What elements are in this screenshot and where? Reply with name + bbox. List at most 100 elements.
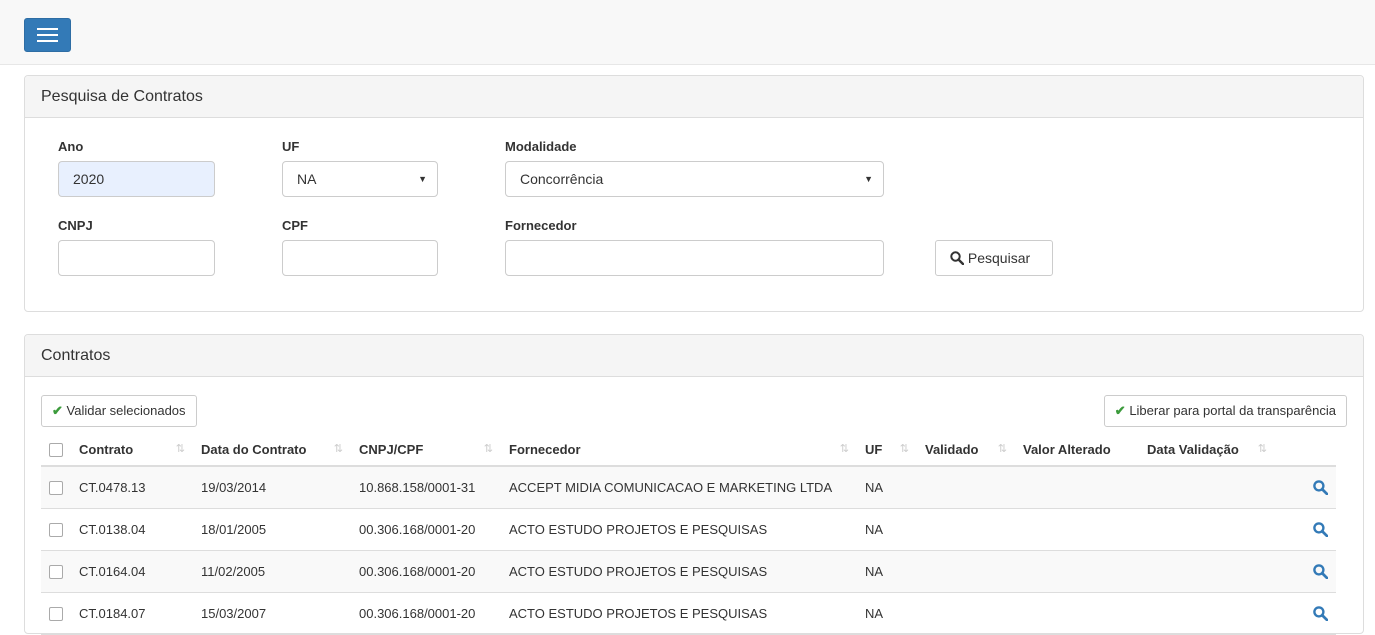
row-select-cell (41, 592, 71, 635)
cell-fornecedor: ACTO ESTUDO PROJETOS E PESQUISAS (501, 550, 857, 593)
cell-validado (917, 550, 1015, 593)
row-checkbox[interactable] (49, 607, 63, 622)
cell-contrato: CT.0164.04 (71, 550, 193, 593)
validate-selected-button[interactable]: ✔ Validar selecionados (41, 395, 197, 427)
sort-icon[interactable]: ⇅ (334, 442, 343, 455)
cpf-label: CPF (282, 218, 308, 233)
header-validado-label: Validado (925, 441, 979, 457)
menu-toggle-button[interactable] (24, 18, 71, 52)
header-data-validacao[interactable]: Data Validação ⇅ (1139, 433, 1275, 467)
cell-cnpj: 00.306.168/0001-20 (351, 550, 501, 593)
cell-contrato: CT.0184.07 (71, 592, 193, 635)
cell-valor-alterado (1015, 466, 1139, 509)
cell-validado (917, 508, 1015, 551)
row-actions-cell (1275, 508, 1336, 551)
cell-cnpj: 10.868.158/0001-31 (351, 466, 501, 509)
sort-icon[interactable]: ⇅ (900, 442, 909, 455)
sort-icon[interactable]: ⇅ (998, 442, 1007, 455)
magnifier-icon[interactable] (1313, 606, 1328, 621)
header-valor-alterado-label: Valor Alterado (1023, 441, 1111, 457)
check-icon: ✔ (52, 403, 63, 418)
hamburger-icon-line (37, 34, 58, 36)
uf-select[interactable]: NA ▼ (282, 161, 438, 197)
header-actions (1275, 433, 1336, 467)
header-valor-alterado[interactable]: Valor Alterado (1015, 433, 1139, 467)
hamburger-icon-line (37, 40, 58, 42)
magnifier-icon[interactable] (1313, 564, 1328, 579)
cell-contrato: CT.0478.13 (71, 466, 193, 509)
cell-fornecedor: ACCEPT MIDIA COMUNICACAO E MARKETING LTD… (501, 466, 857, 509)
sort-icon[interactable]: ⇅ (840, 442, 849, 455)
magnifier-icon[interactable] (1313, 522, 1328, 537)
cell-data-validacao (1139, 508, 1275, 551)
row-select-cell (41, 466, 71, 509)
cpf-field[interactable] (282, 240, 438, 276)
row-checkbox[interactable] (49, 523, 63, 538)
cell-data: 11/02/2005 (193, 550, 351, 593)
search-icon (950, 251, 965, 266)
row-checkbox[interactable] (49, 481, 63, 496)
header-cnpj-cpf[interactable]: CNPJ/CPF ⇅ (351, 433, 501, 467)
cell-uf: NA (857, 550, 917, 593)
row-checkbox[interactable] (49, 565, 63, 580)
fornecedor-label: Fornecedor (505, 218, 577, 233)
cnpj-field[interactable] (58, 240, 215, 276)
table-header-row: Contrato ⇅ Data do Contrato ⇅ CNPJ/CPF ⇅ Fo… (41, 433, 1336, 467)
sort-icon[interactable]: ⇅ (484, 442, 493, 455)
header-fornecedor-label: Fornecedor (509, 441, 581, 457)
contracts-panel: Contratos ✔ Validar selecionados ✔ Liber… (24, 334, 1364, 635)
header-data-contrato-label: Data do Contrato (201, 441, 307, 457)
header-validado[interactable]: Validado ⇅ (917, 433, 1015, 467)
header-data-contrato[interactable]: Data do Contrato ⇅ (193, 433, 351, 467)
select-all-checkbox[interactable] (49, 442, 63, 457)
cell-fornecedor: ACTO ESTUDO PROJETOS E PESQUISAS (501, 508, 857, 551)
header-contrato[interactable]: Contrato ⇅ (71, 433, 193, 467)
magnifier-icon[interactable] (1313, 480, 1328, 495)
sort-icon[interactable]: ⇅ (176, 442, 185, 455)
cell-validado (917, 592, 1015, 635)
dropdown-caret-icon: ▼ (864, 174, 873, 184)
top-navbar (0, 0, 1375, 65)
cnpj-label: CNPJ (58, 218, 93, 233)
header-cnpj-cpf-label: CNPJ/CPF (359, 441, 424, 457)
select-all-header (41, 433, 71, 467)
cell-valor-alterado (1015, 550, 1139, 593)
contracts-panel-title: Contratos (25, 335, 1363, 377)
header-uf-label: UF (865, 441, 883, 457)
uf-selected-value: NA (297, 171, 317, 187)
search-button[interactable]: Pesquisar (935, 240, 1053, 276)
dropdown-caret-icon: ▼ (418, 174, 427, 184)
header-uf[interactable]: UF ⇅ (857, 433, 917, 467)
cell-fornecedor: ACTO ESTUDO PROJETOS E PESQUISAS (501, 592, 857, 635)
uf-label: UF (282, 139, 300, 154)
cell-uf: NA (857, 466, 917, 509)
fornecedor-field[interactable] (505, 240, 884, 276)
header-contrato-label: Contrato (79, 441, 134, 457)
sort-icon[interactable]: ⇅ (1258, 442, 1267, 455)
search-panel-title: Pesquisa de Contratos (25, 76, 1363, 118)
release-portal-button[interactable]: ✔ Liberar para portal da transparência (1103, 395, 1347, 427)
ano-field[interactable]: 2020 (58, 161, 215, 197)
cell-valor-alterado (1015, 508, 1139, 551)
search-panel: Pesquisa de Contratos Ano 2020 UF NA ▼ M… (24, 75, 1364, 312)
modalidade-label: Modalidade (505, 139, 577, 154)
modalidade-selected-value: Concorrência (520, 171, 604, 187)
cell-data: 19/03/2014 (193, 466, 351, 509)
header-fornecedor[interactable]: Fornecedor ⇅ (501, 433, 857, 467)
row-actions-cell (1275, 466, 1336, 509)
table-row: CT.0138.04 18/01/2005 00.306.168/0001-20… (41, 508, 1336, 551)
row-actions-cell (1275, 592, 1336, 635)
release-portal-label: Liberar para portal da transparência (1129, 403, 1336, 418)
hamburger-icon (37, 28, 58, 30)
validate-selected-label: Validar selecionados (66, 403, 186, 418)
cell-contrato: CT.0138.04 (71, 508, 193, 551)
table-row: CT.0478.13 19/03/2014 10.868.158/0001-31… (41, 466, 1336, 509)
row-select-cell (41, 550, 71, 593)
cell-data: 18/01/2005 (193, 508, 351, 551)
header-data-validacao-label: Data Validação (1147, 441, 1239, 457)
table-row: CT.0164.04 11/02/2005 00.306.168/0001-20… (41, 550, 1336, 593)
cell-data: 15/03/2007 (193, 592, 351, 635)
search-button-label: Pesquisar (967, 250, 1031, 266)
modalidade-select[interactable]: Concorrência ▼ (505, 161, 884, 197)
cell-uf: NA (857, 508, 917, 551)
